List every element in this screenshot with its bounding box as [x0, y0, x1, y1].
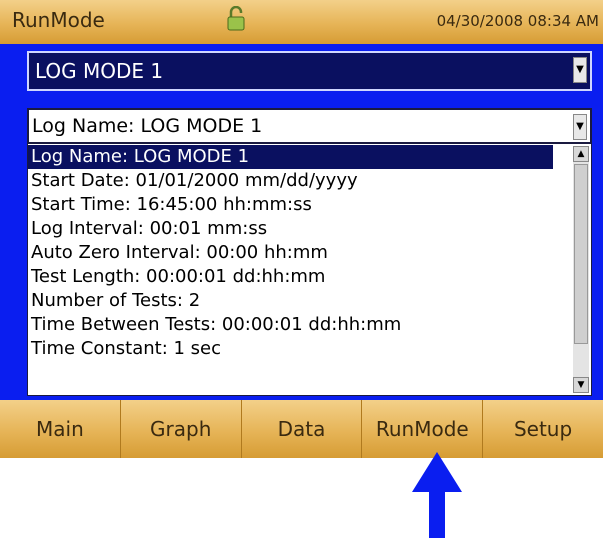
- tab-setup[interactable]: Setup: [483, 400, 603, 458]
- bottom-tab-bar: Main Graph Data RunMode Setup: [0, 400, 603, 458]
- log-select[interactable]: Log Name: LOG MODE 1 ▼: [27, 108, 592, 144]
- list-item[interactable]: Log Name: LOG MODE 1: [28, 145, 553, 169]
- list-item[interactable]: Test Length: 00:00:01 dd:hh:mm: [28, 265, 568, 289]
- tab-main[interactable]: Main: [0, 400, 121, 458]
- list-item[interactable]: Start Date: 01/01/2000 mm/dd/yyyy: [28, 169, 568, 193]
- mode-select-dropdown-icon[interactable]: ▼: [573, 57, 587, 83]
- up-arrow-icon: [412, 452, 462, 538]
- screen: RunMode 04/30/2008 08:34 AM LOG MODE 1 ▼…: [0, 0, 603, 458]
- list-scrollbar[interactable]: ▲ ▼: [573, 146, 589, 393]
- list-item[interactable]: Time Constant: 1 sec: [28, 337, 568, 361]
- tab-data[interactable]: Data: [242, 400, 363, 458]
- list-item[interactable]: Start Time: 16:45:00 hh:mm:ss: [28, 193, 568, 217]
- list-item[interactable]: Time Between Tests: 00:00:01 dd:hh:mm: [28, 313, 568, 337]
- scroll-down-icon[interactable]: ▼: [573, 377, 589, 393]
- scroll-thumb[interactable]: [574, 164, 588, 344]
- log-select-dropdown-icon[interactable]: ▼: [573, 114, 587, 140]
- log-select-value: Log Name: LOG MODE 1: [32, 115, 263, 137]
- list-item[interactable]: Log Interval: 00:01 mm:ss: [28, 217, 568, 241]
- date-time: 04/30/2008 08:34 AM: [436, 12, 599, 30]
- mode-select-value: LOG MODE 1: [35, 59, 164, 83]
- list-item[interactable]: Number of Tests: 2: [28, 289, 568, 313]
- scroll-up-icon[interactable]: ▲: [573, 146, 589, 162]
- mode-select[interactable]: LOG MODE 1 ▼: [27, 51, 592, 91]
- list-item[interactable]: Auto Zero Interval: 00:00 hh:mm: [28, 241, 568, 265]
- lock-open-icon: [227, 6, 245, 31]
- title-bar: RunMode 04/30/2008 08:34 AM: [0, 0, 603, 44]
- log-settings-list[interactable]: Log Name: LOG MODE 1 Start Date: 01/01/2…: [27, 143, 592, 396]
- tab-runmode[interactable]: RunMode: [362, 400, 484, 458]
- window-title: RunMode: [12, 8, 105, 32]
- tab-graph[interactable]: Graph: [121, 400, 242, 458]
